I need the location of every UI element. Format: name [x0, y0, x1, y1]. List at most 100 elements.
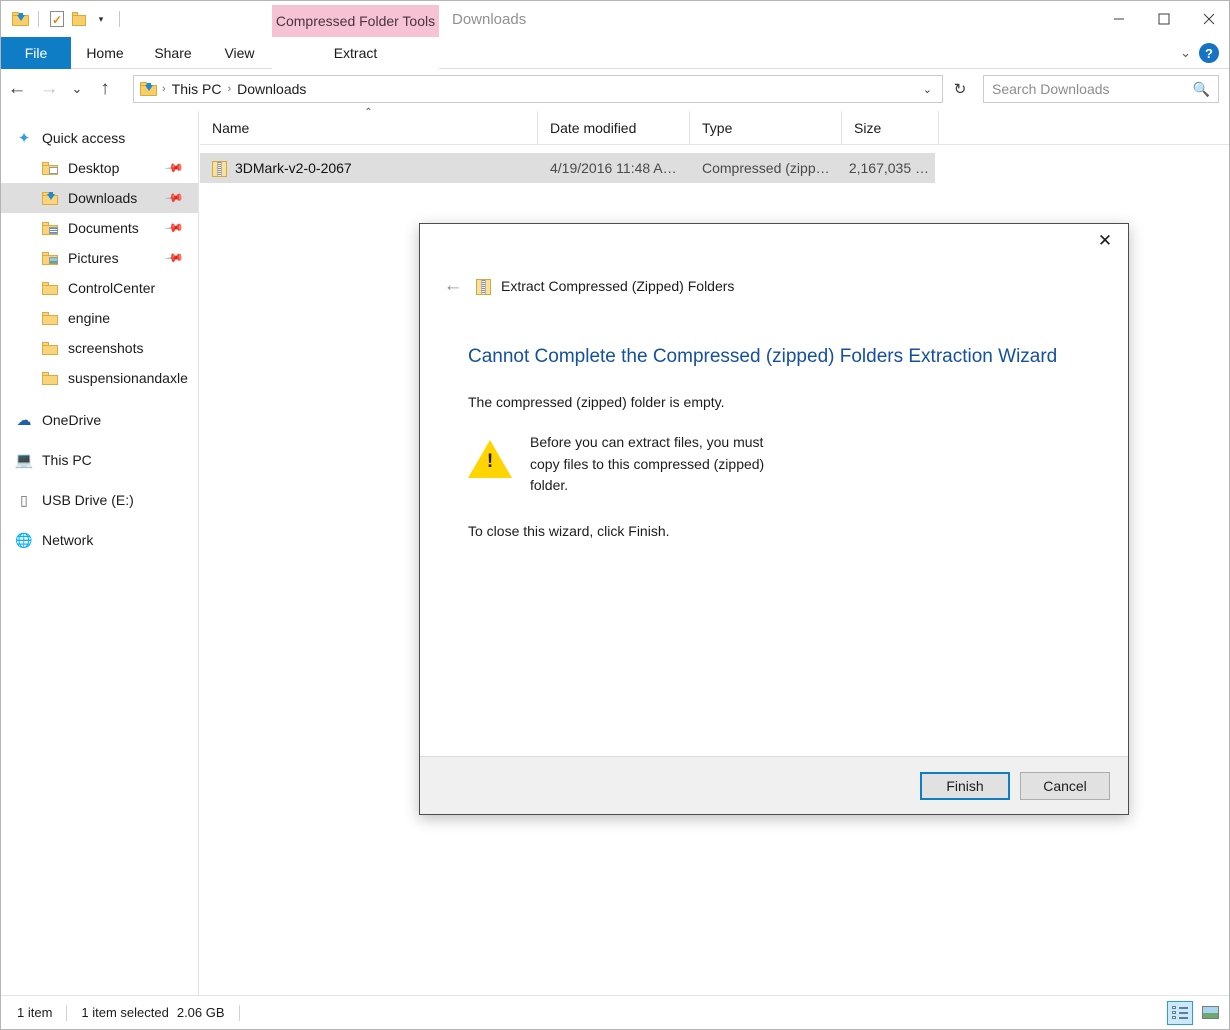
breadcrumb-folder-icon — [140, 82, 157, 96]
dialog-body: Cannot Complete the Compressed (zipped) … — [420, 308, 1128, 756]
column-label-size: Size — [854, 119, 882, 136]
zip-folder-icon — [212, 160, 227, 177]
sidebar-label-downloads: Downloads — [68, 190, 138, 206]
tab-file[interactable]: File — [1, 37, 71, 69]
folder-icon — [41, 309, 59, 327]
help-icon[interactable]: ? — [1199, 43, 1219, 63]
sidebar-label-documents: Documents — [68, 220, 139, 236]
dialog-back-button[interactable]: ← — [438, 271, 468, 301]
tab-share[interactable]: Share — [139, 37, 207, 69]
tab-home[interactable]: Home — [71, 37, 139, 69]
sidebar-item-screenshots[interactable]: screenshots — [1, 333, 198, 363]
usb-drive-icon: ▯ — [20, 492, 28, 508]
folder-icon — [41, 279, 59, 297]
finish-button[interactable]: Finish — [920, 771, 1010, 800]
dialog-heading: Cannot Complete the Compressed (zipped) … — [468, 346, 1058, 367]
forward-button[interactable]: → — [33, 73, 65, 105]
column-header-type[interactable]: Type — [690, 110, 842, 145]
sidebar-item-suspensionandaxle[interactable]: suspensionandaxle — [1, 363, 198, 393]
sidebar-item-this-pc[interactable]: 💻 This PC — [1, 445, 198, 475]
sort-ascending-icon: ⌃ — [364, 106, 373, 118]
close-button[interactable] — [1186, 1, 1229, 37]
window-controls — [1096, 1, 1229, 37]
search-box[interactable]: 🔍 — [983, 75, 1219, 103]
chevron-down-icon[interactable]: ⌄ — [1180, 45, 1191, 61]
up-button[interactable]: ↑ — [89, 73, 121, 105]
cancel-button[interactable]: Cancel — [1020, 771, 1110, 800]
contextual-tab-group-header: Compressed Folder Tools — [272, 5, 439, 37]
column-header-name[interactable]: ⌃ Name — [200, 107, 538, 145]
computer-icon: 💻 — [14, 451, 34, 469]
sidebar-label-network: Network — [42, 532, 94, 548]
dialog-paragraph-1: The compressed (zipped) folder is empty. — [468, 394, 725, 410]
column-header-row: ⌃ Name Date modified Type Size — [200, 107, 1229, 145]
back-button[interactable]: ← — [1, 73, 33, 105]
table-row[interactable]: 3DMark-v2-0-2067 4/19/2016 11:48 A… Comp… — [200, 153, 935, 183]
dialog-nav-row: ← Extract Compressed (Zipped) Folders — [420, 264, 1128, 308]
breadcrumb-item-this-pc[interactable]: This PC — [167, 81, 227, 97]
properties-icon[interactable]: ✓ — [46, 8, 68, 30]
search-icon[interactable]: 🔍 — [1193, 81, 1210, 98]
sidebar-label-quick-access: Quick access — [42, 130, 126, 146]
sidebar-label-controlcenter: ControlCenter — [68, 280, 156, 296]
sidebar-item-desktop[interactable]: Desktop 📌 — [1, 153, 198, 183]
sidebar-label-pictures: Pictures — [68, 250, 119, 266]
breadcrumb-item-downloads[interactable]: Downloads — [232, 81, 311, 97]
dialog-warning-row: ! Before you can extract files, you must… — [468, 432, 1080, 497]
pin-icon[interactable]: 📌 — [164, 158, 184, 178]
new-folder-icon[interactable] — [68, 8, 90, 30]
downloads-folder-icon[interactable] — [9, 8, 31, 30]
pin-icon[interactable]: 📌 — [164, 188, 184, 208]
column-header-size[interactable]: Size — [842, 110, 939, 145]
sidebar-item-quick-access[interactable]: ✦ Quick access — [1, 123, 198, 153]
large-icons-view-button[interactable] — [1197, 1001, 1223, 1025]
column-header-date-modified[interactable]: Date modified — [538, 110, 690, 145]
sidebar-item-downloads[interactable]: Downloads 📌 — [1, 183, 198, 213]
recent-locations-button[interactable]: ⌄ — [65, 73, 89, 105]
status-selection: 1 item selected — [81, 1005, 169, 1020]
quick-access-toolbar: ✓ ▾ — [9, 5, 127, 33]
pin-icon[interactable]: 📌 — [164, 248, 184, 268]
sidebar-item-documents[interactable]: Documents 📌 — [1, 213, 198, 243]
maximize-button[interactable] — [1141, 1, 1186, 37]
contextual-tab-group-label: Compressed Folder Tools — [275, 13, 436, 29]
customize-caret-glyph: ▾ — [98, 13, 104, 24]
breadcrumb[interactable]: › This PC › Downloads ⌄ — [133, 75, 943, 103]
breadcrumb-dropdown-caret[interactable]: ⌄ — [923, 83, 938, 96]
sidebar-item-usb-drive[interactable]: ▯ USB Drive (E:) — [1, 485, 198, 515]
pin-icon[interactable]: 📌 — [164, 218, 184, 238]
customize-quick-access-caret[interactable]: ▾ — [90, 8, 112, 30]
details-view-button[interactable] — [1167, 1000, 1193, 1025]
toolbar-divider — [38, 11, 39, 27]
folder-downloads-icon — [41, 189, 59, 207]
search-input[interactable] — [992, 81, 1193, 97]
extract-wizard-dialog: ✕ ← Extract Compressed (Zipped) Folders … — [419, 223, 1129, 815]
sidebar-item-network[interactable]: 🌐 Network — [1, 525, 198, 555]
tab-view[interactable]: View — [207, 37, 272, 69]
sidebar-item-onedrive[interactable]: ☁ OneDrive — [1, 405, 198, 435]
sidebar-item-controlcenter[interactable]: ControlCenter — [1, 273, 198, 303]
network-icon: 🌐 — [15, 532, 33, 548]
cell-size: 2,167,035 … — [848, 160, 929, 176]
sidebar-label-engine: engine — [68, 310, 111, 326]
sidebar-item-engine[interactable]: engine — [1, 303, 198, 333]
title-bar: ✓ ▾ Compressed Folder Tools Downloads — [1, 1, 1229, 37]
folder-icon — [41, 339, 59, 357]
column-label-date-modified: Date modified — [550, 119, 637, 136]
dialog-nav-title: Extract Compressed (Zipped) Folders — [501, 278, 735, 294]
sidebar-item-pictures[interactable]: Pictures 📌 — [1, 243, 198, 273]
toolbar-divider-2 — [119, 11, 120, 27]
dialog-paragraph-2: To close this wizard, click Finish. — [468, 523, 670, 540]
dialog-footer: Finish Cancel — [420, 756, 1128, 814]
minimize-button[interactable] — [1096, 1, 1141, 37]
tab-extract[interactable]: Extract — [272, 37, 439, 69]
cell-date-modified: 4/19/2016 11:48 A… — [550, 160, 677, 176]
column-label-type: Type — [702, 119, 733, 136]
folder-pictures-icon — [41, 249, 59, 267]
warning-triangle-icon: ! — [468, 440, 512, 480]
refresh-button[interactable]: ↻ — [947, 75, 973, 103]
view-toggle-group — [1167, 1000, 1223, 1025]
column-label-name: Name — [212, 119, 250, 136]
status-divider-2 — [238, 1004, 240, 1021]
dialog-close-button[interactable]: ✕ — [1082, 224, 1128, 258]
